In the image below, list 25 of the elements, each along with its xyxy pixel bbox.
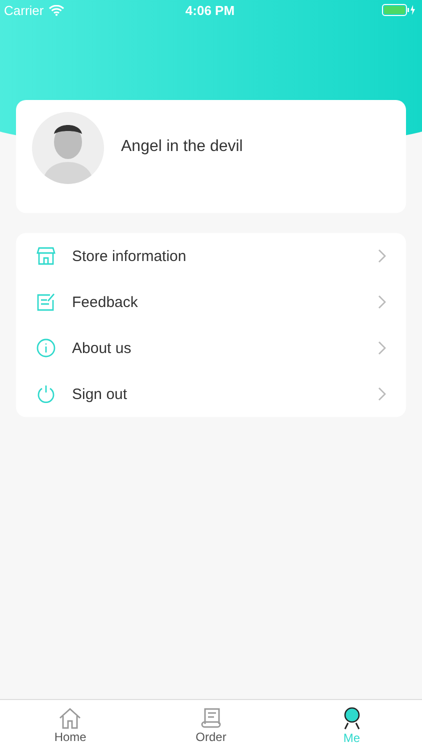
menu-label: Store information [72, 248, 188, 264]
menu-item[interactable]: Feedback [16, 279, 406, 325]
menu-label: Feedback [72, 294, 139, 310]
store-icon [36, 246, 56, 266]
menu-item[interactable]: Store information [16, 233, 406, 279]
chevron-icon [378, 387, 386, 401]
menu-item[interactable]: Sign out [16, 371, 406, 417]
chevron-icon [378, 295, 386, 309]
scroll-icon [199, 706, 223, 728]
chevron-icon [378, 249, 386, 263]
power-icon [36, 384, 56, 404]
edit-note-icon [36, 292, 56, 312]
tab-item[interactable]: Order [140, 700, 282, 750]
status-time: 4:06 PM [185, 2, 235, 18]
menu-item[interactable]: About us [16, 325, 406, 371]
tab-item[interactable]: Home [0, 700, 141, 750]
home-icon [58, 706, 82, 728]
info-icon [36, 338, 56, 358]
chevron-icon [378, 341, 386, 355]
profile-name: Angel in the devil [121, 138, 243, 156]
menu-label: Sign out [72, 386, 128, 402]
wifi-icon [48, 4, 64, 16]
menu-label: About us [72, 340, 132, 356]
battery-icon [382, 4, 416, 16]
carrier-label: Carrier [4, 2, 44, 18]
